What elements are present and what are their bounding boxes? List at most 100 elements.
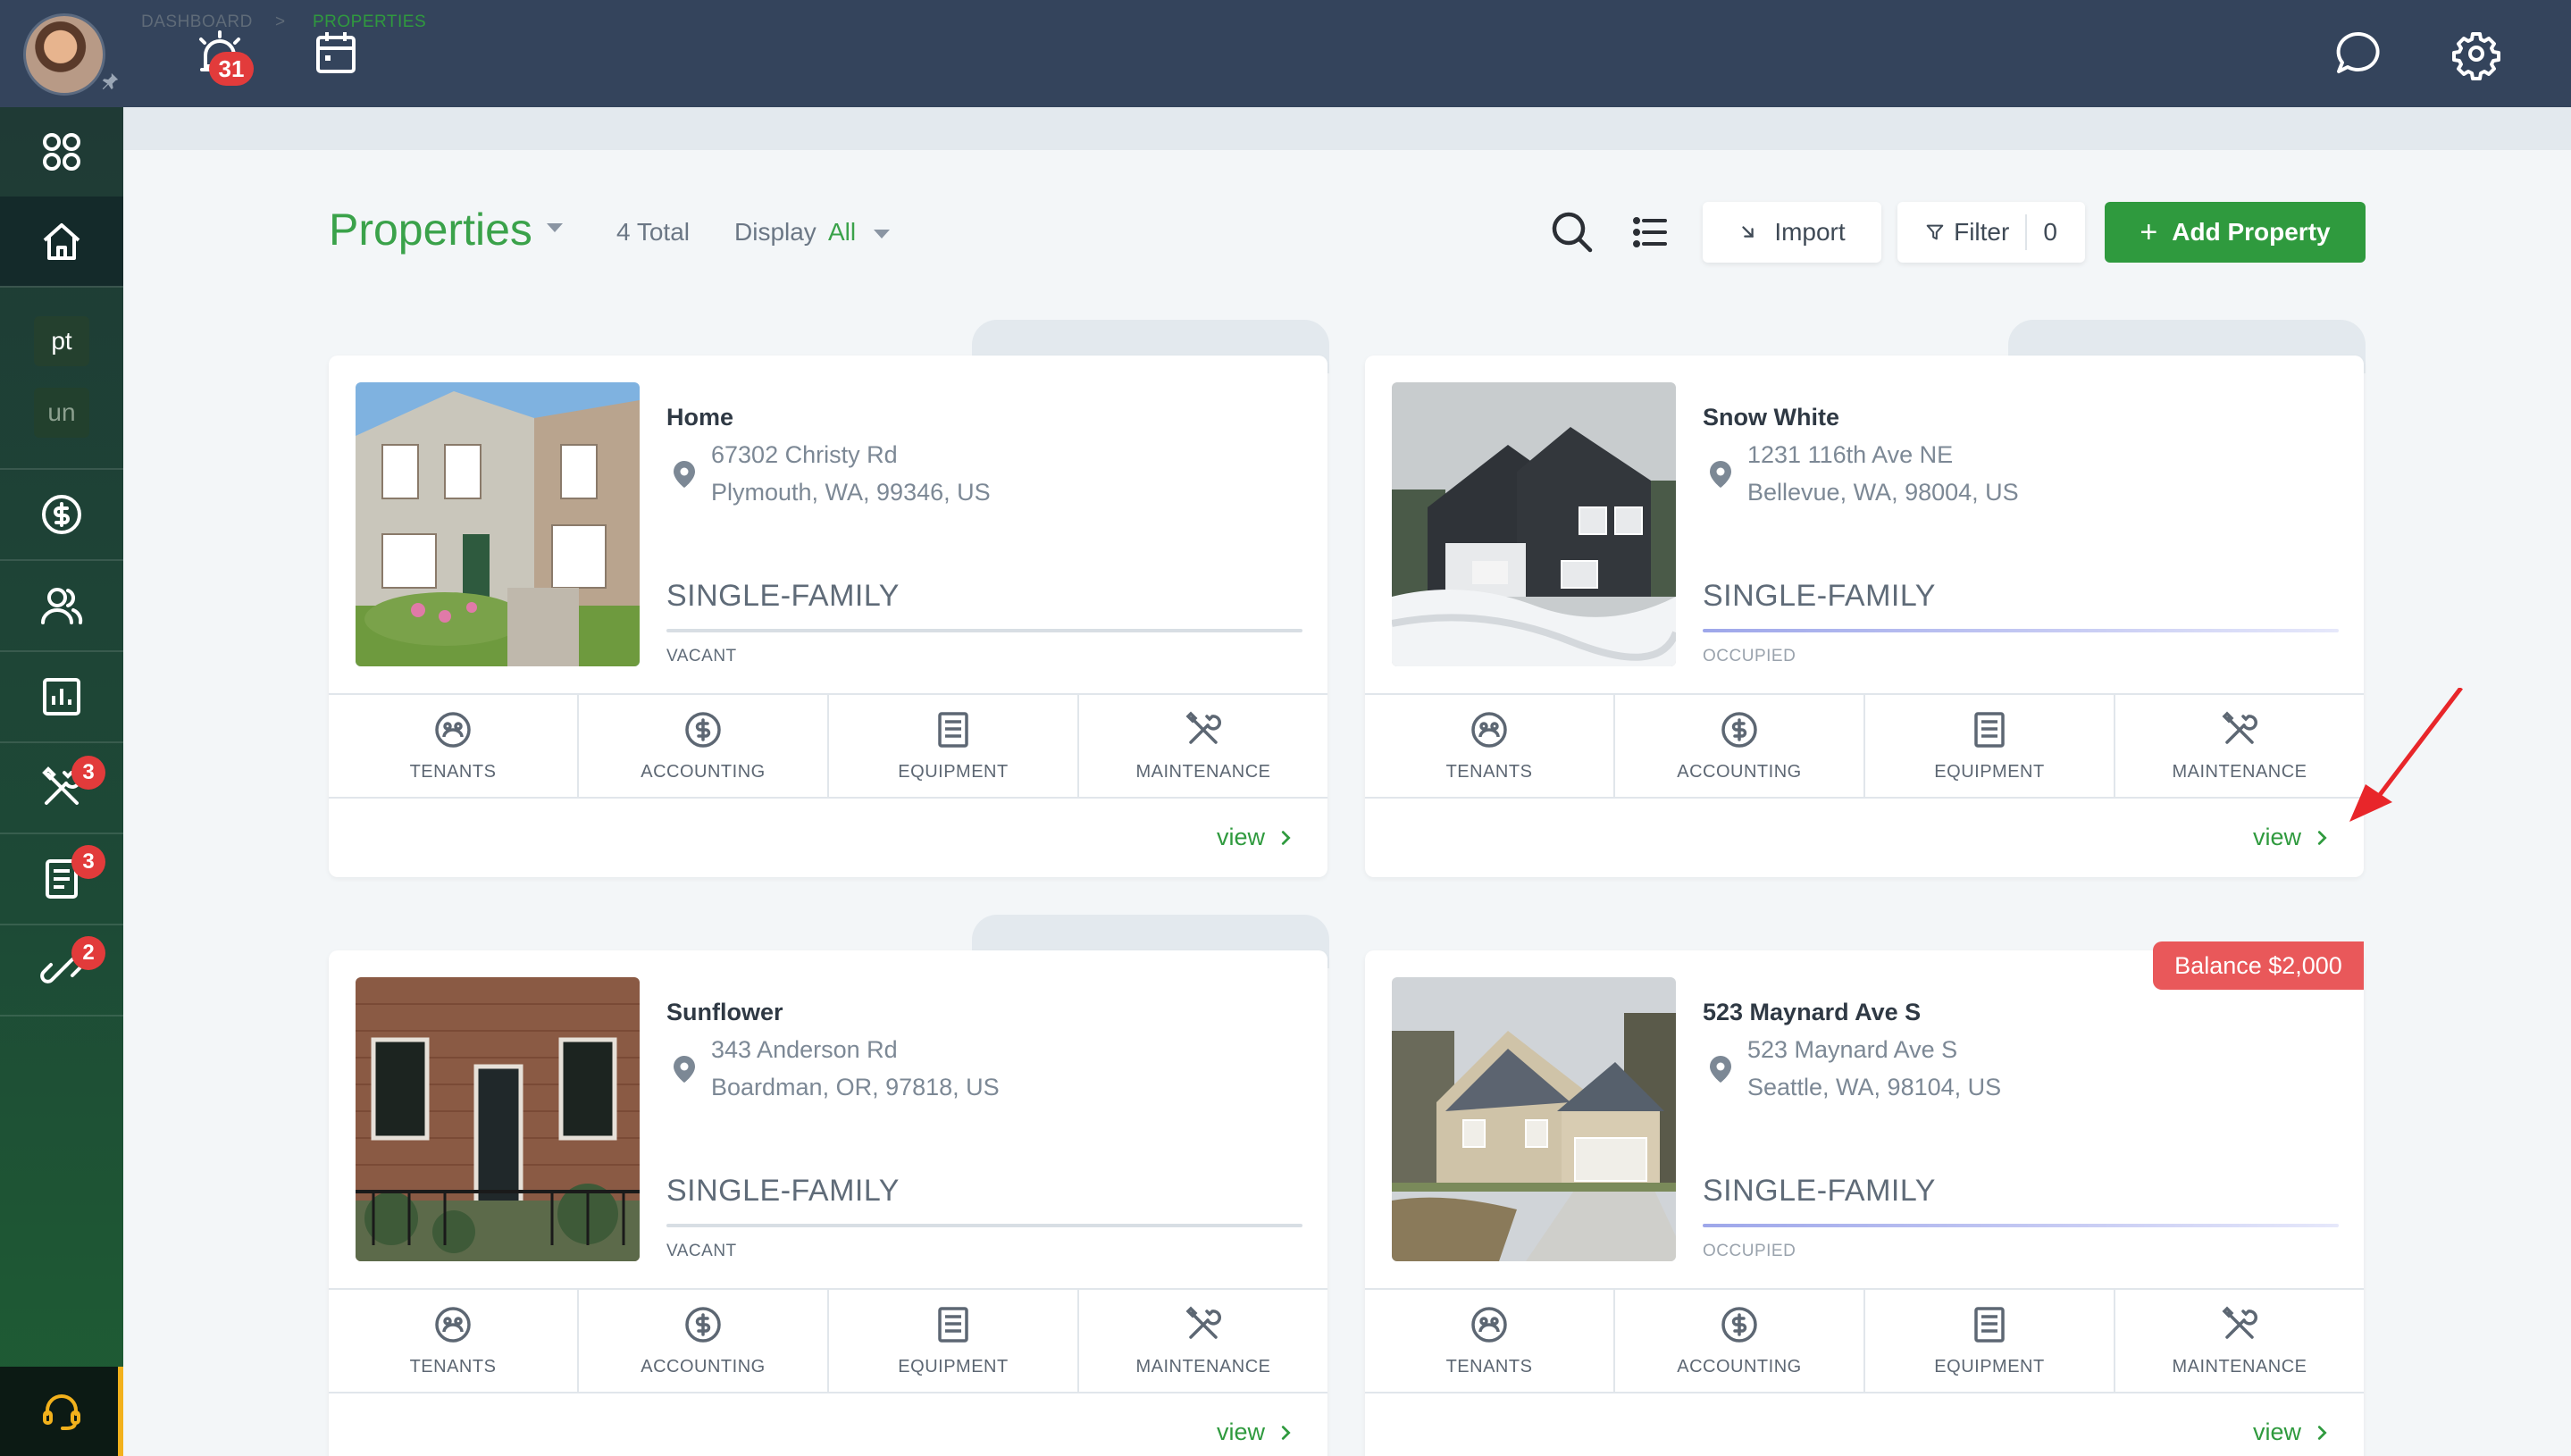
card-actions: TENANTS ACCOUNTING EQUIPMENT MAINTENANCE	[329, 693, 1327, 799]
tenants-icon	[1471, 711, 1507, 748]
property-type: SINGLE-FAMILY	[666, 1174, 900, 1208]
location-pin-icon	[668, 1053, 700, 1085]
support-accent	[118, 1367, 123, 1456]
search-icon[interactable]	[1547, 207, 1597, 257]
occupancy-bar	[1703, 629, 2339, 632]
dollar-circle-icon	[685, 1306, 721, 1343]
sidebar-item-people[interactable]	[0, 561, 123, 650]
accounting-action[interactable]: ACCOUNTING	[579, 695, 829, 797]
card-actions: TENANTS ACCOUNTING EQUIPMENT MAINTENANCE	[329, 1288, 1327, 1393]
import-button[interactable]: Import	[1703, 202, 1881, 263]
tools-icon	[1185, 711, 1222, 744]
tenants-label: TENANTS	[409, 761, 497, 782]
documents-badge: 3	[71, 845, 105, 879]
equipment-action[interactable]: EQUIPMENT	[829, 1290, 1079, 1392]
tenants-action[interactable]: TENANTS	[329, 695, 579, 797]
tenants-icon	[435, 1306, 471, 1343]
equipment-action[interactable]: EQUIPMENT	[1865, 695, 2115, 797]
sidebar-item-links[interactable]	[0, 925, 123, 1015]
property-type: SINGLE-FAMILY	[1703, 579, 1936, 613]
sidebar-item-maintenance[interactable]	[0, 743, 123, 833]
maintenance-action[interactable]: MAINTENANCE	[1079, 695, 1327, 797]
sidebar-item-un[interactable]: un	[34, 388, 89, 438]
filter-label: Filter	[1954, 218, 2010, 246]
chat-icon[interactable]	[2332, 27, 2385, 80]
property-card[interactable]: Home 67302 Christy Rd Plymouth, WA, 9934…	[329, 356, 1327, 877]
view-link[interactable]: view	[1217, 1418, 1295, 1446]
maintenance-action[interactable]: MAINTENANCE	[2115, 1290, 2364, 1392]
tenants-action[interactable]: TENANTS	[1365, 1290, 1615, 1392]
breadcrumb-current: PROPERTIES	[313, 13, 427, 31]
maintenance-label: MAINTENANCE	[1135, 761, 1271, 782]
property-card[interactable]: Balance $2,000 523 Maynard Ave S 523 May…	[1365, 941, 2364, 1456]
gear-icon[interactable]	[2450, 27, 2503, 80]
chart-icon	[43, 678, 80, 715]
property-address-line2: Plymouth, WA, 99346, US	[711, 479, 991, 506]
property-photo[interactable]	[356, 977, 640, 1261]
accounting-action[interactable]: ACCOUNTING	[1615, 695, 1865, 797]
view-link[interactable]: view	[1217, 824, 1295, 851]
property-photo[interactable]	[356, 382, 640, 666]
add-property-button[interactable]: + Add Property	[2105, 202, 2366, 263]
display-select[interactable]: All	[828, 218, 856, 247]
sidebar-item-reports[interactable]	[0, 652, 123, 741]
caret-down-icon[interactable]	[547, 223, 563, 232]
filter-divider	[2025, 214, 2028, 250]
sidebar-item-pt[interactable]: pt	[34, 316, 89, 366]
accounting-action[interactable]: ACCOUNTING	[579, 1290, 829, 1392]
annotation-arrow-icon	[2349, 688, 2466, 831]
calendar-icon[interactable]	[309, 27, 363, 80]
property-card[interactable]: Snow White 1231 116th Ave NE Bellevue, W…	[1365, 356, 2364, 877]
links-badge: 2	[71, 936, 105, 970]
maintenance-label: MAINTENANCE	[2172, 761, 2307, 782]
property-name[interactable]: Snow White	[1703, 404, 1839, 431]
filter-count: 0	[2043, 218, 2057, 246]
sidebar-item-documents[interactable]	[0, 834, 123, 924]
maintenance-action[interactable]: MAINTENANCE	[2115, 695, 2364, 797]
view-link[interactable]: view	[2253, 1418, 2332, 1446]
equipment-action[interactable]: EQUIPMENT	[829, 695, 1079, 797]
balance-badge[interactable]: Balance $2,000	[2153, 941, 2364, 990]
tenants-action[interactable]: TENANTS	[1365, 695, 1615, 797]
dollar-circle-icon	[685, 711, 721, 748]
breadcrumb-separator: >	[275, 13, 286, 31]
property-card[interactable]: Sunflower 343 Anderson Rd Boardman, OR, …	[329, 950, 1327, 1456]
sidebar-divider	[0, 286, 123, 288]
support-button[interactable]	[0, 1367, 123, 1456]
equipment-action[interactable]: EQUIPMENT	[1865, 1290, 2115, 1392]
property-name[interactable]: 523 Maynard Ave S	[1703, 999, 1921, 1026]
user-avatar[interactable]	[23, 13, 105, 96]
users-icon	[41, 588, 83, 624]
sidebar-item-accounting[interactable]	[0, 470, 123, 559]
list-view-icon[interactable]	[1626, 207, 1676, 257]
property-photo[interactable]	[1392, 977, 1676, 1261]
import-label: Import	[1774, 218, 1846, 246]
maintenance-badge: 3	[71, 756, 105, 790]
breadcrumb-dashboard[interactable]: DASHBOARD	[141, 13, 253, 32]
view-link[interactable]: view	[2253, 824, 2332, 851]
caret-down-icon[interactable]	[874, 230, 890, 238]
chevron-right-icon	[1281, 830, 1291, 845]
property-name[interactable]: Home	[666, 404, 733, 431]
total-count: 4 Total	[616, 218, 690, 246]
view-label: view	[1216, 1418, 1265, 1445]
location-pin-icon	[1704, 1053, 1737, 1085]
tenants-label: TENANTS	[1445, 1356, 1533, 1377]
tenants-action[interactable]: TENANTS	[329, 1290, 579, 1392]
location-pin-icon	[668, 458, 700, 490]
equipment-label: EQUIPMENT	[898, 761, 1009, 782]
tenants-icon	[1471, 1306, 1507, 1343]
sidebar-item-apps[interactable]	[0, 107, 123, 197]
view-label: view	[2252, 824, 2301, 850]
notifications-badge: 31	[209, 52, 254, 86]
property-photo[interactable]	[1392, 382, 1676, 666]
page-title[interactable]: Properties	[329, 204, 532, 255]
property-name[interactable]: Sunflower	[666, 999, 783, 1026]
property-address-line1: 343 Anderson Rd	[711, 1036, 898, 1063]
sidebar-item-home[interactable]	[0, 197, 123, 286]
maintenance-action[interactable]: MAINTENANCE	[1079, 1290, 1327, 1392]
chevron-right-icon	[2317, 830, 2327, 845]
view-label: view	[2252, 1418, 2301, 1445]
filter-button[interactable]: Filter 0	[1897, 202, 2085, 263]
accounting-action[interactable]: ACCOUNTING	[1615, 1290, 1865, 1392]
